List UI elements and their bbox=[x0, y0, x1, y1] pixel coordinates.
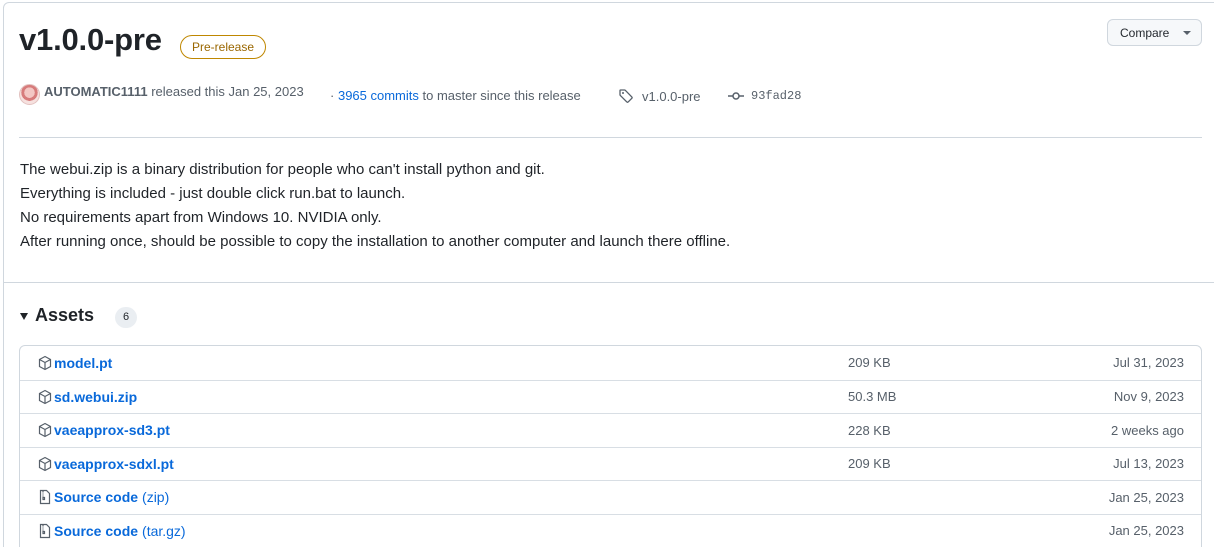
assets-heading: Assets bbox=[35, 305, 95, 325]
author-link[interactable]: AUTOMATIC1111 bbox=[44, 84, 148, 99]
asset-name: Source code bbox=[54, 489, 139, 506]
commits-suffix: to master since this release bbox=[422, 88, 581, 103]
description-line: The webui.zip is a binary distribution f… bbox=[20, 161, 545, 178]
section-divider bbox=[4, 282, 1214, 283]
asset-ext: (zip) bbox=[142, 489, 170, 506]
asset-name: vaeapprox-sdxl.pt bbox=[54, 455, 174, 472]
tag-label: v1.0.0-pre bbox=[642, 88, 701, 104]
asset-date: Jan 25, 2023 bbox=[1108, 523, 1184, 539]
asset-date: Nov 9, 2023 bbox=[1113, 389, 1184, 405]
asset-link[interactable]: vaeapprox-sdxl.pt bbox=[37, 456, 174, 472]
assets-count-badge: 6 bbox=[115, 307, 137, 328]
commit-sha: 93fad28 bbox=[751, 89, 802, 103]
asset-date: Jul 31, 2023 bbox=[1113, 355, 1184, 371]
commits-line: · 3965 commits to master since this rele… bbox=[330, 88, 581, 103]
tag-icon bbox=[619, 89, 633, 103]
assets-toggle[interactable]: Assets bbox=[20, 305, 94, 326]
asset-row: vaeapprox-sd3.pt 228 KB 2 weeks ago bbox=[20, 413, 1201, 447]
released-text: released this Jan 25, 2023 bbox=[151, 84, 304, 99]
asset-size: 50.3 MB bbox=[848, 389, 897, 405]
asset-size: 228 KB bbox=[848, 422, 891, 438]
assets-list: model.pt 209 KB Jul 31, 2023 sd.webui.zi… bbox=[19, 345, 1202, 547]
asset-name: vaeapprox-sd3.pt bbox=[54, 422, 170, 439]
asset-link[interactable]: Source code (tar.gz) bbox=[37, 523, 186, 539]
asset-link[interactable]: sd.webui.zip bbox=[37, 389, 137, 405]
asset-ext: (tar.gz) bbox=[142, 522, 186, 539]
asset-row: sd.webui.zip 50.3 MB Nov 9, 2023 bbox=[20, 379, 1201, 414]
triangle-down-icon bbox=[20, 313, 28, 320]
asset-link[interactable]: Source code (zip) bbox=[37, 489, 169, 505]
git-commit-icon bbox=[728, 92, 744, 100]
asset-link[interactable]: model.pt bbox=[37, 355, 112, 371]
compare-button[interactable]: Compare bbox=[1107, 19, 1202, 46]
asset-name: Source code bbox=[54, 522, 139, 539]
compare-label: Compare bbox=[1120, 25, 1170, 40]
release-author-line: AUTOMATIC1111 released this Jan 25, 2023 bbox=[44, 84, 304, 99]
description-line: After running once, should be possible t… bbox=[20, 233, 731, 250]
description-line: Everything is included - just double cli… bbox=[20, 185, 406, 202]
header-divider bbox=[19, 137, 1202, 138]
commits-link[interactable]: 3965 commits bbox=[338, 88, 419, 103]
avatar[interactable] bbox=[19, 84, 40, 105]
package-icon bbox=[38, 456, 52, 471]
asset-size: 209 KB bbox=[848, 355, 891, 371]
asset-date: Jan 25, 2023 bbox=[1108, 489, 1184, 505]
package-icon bbox=[38, 389, 52, 404]
description-line: No requirements apart from Windows 10. N… bbox=[20, 209, 382, 226]
asset-row: vaeapprox-sdxl.pt 209 KB Jul 13, 2023 bbox=[20, 446, 1201, 481]
release-description: The webui.zip is a binary distribution f… bbox=[20, 158, 730, 254]
file-zip-icon bbox=[39, 523, 51, 538]
asset-name: model.pt bbox=[54, 354, 113, 371]
file-zip-icon bbox=[39, 490, 51, 505]
asset-row: Source code (zip) Jan 25, 2023 bbox=[20, 480, 1201, 514]
package-icon bbox=[38, 355, 52, 370]
asset-name: sd.webui.zip bbox=[54, 388, 138, 405]
package-icon bbox=[38, 423, 52, 438]
asset-link[interactable]: vaeapprox-sd3.pt bbox=[37, 422, 170, 438]
asset-date: 2 weeks ago bbox=[1111, 422, 1184, 438]
bullet: · bbox=[330, 88, 335, 103]
chevron-down-icon bbox=[1183, 30, 1192, 35]
asset-row: model.pt 209 KB Jul 31, 2023 bbox=[20, 346, 1201, 380]
pre-release-badge: Pre-release bbox=[180, 35, 267, 59]
commit-link[interactable]: 93fad28 bbox=[728, 88, 801, 104]
release-title[interactable]: v1.0.0-pre bbox=[19, 22, 162, 58]
asset-size: 209 KB bbox=[848, 456, 891, 472]
tag-link[interactable]: v1.0.0-pre bbox=[618, 88, 701, 104]
asset-row: Source code (tar.gz) Jan 25, 2023 bbox=[20, 513, 1201, 547]
asset-date: Jul 13, 2023 bbox=[1113, 456, 1184, 472]
